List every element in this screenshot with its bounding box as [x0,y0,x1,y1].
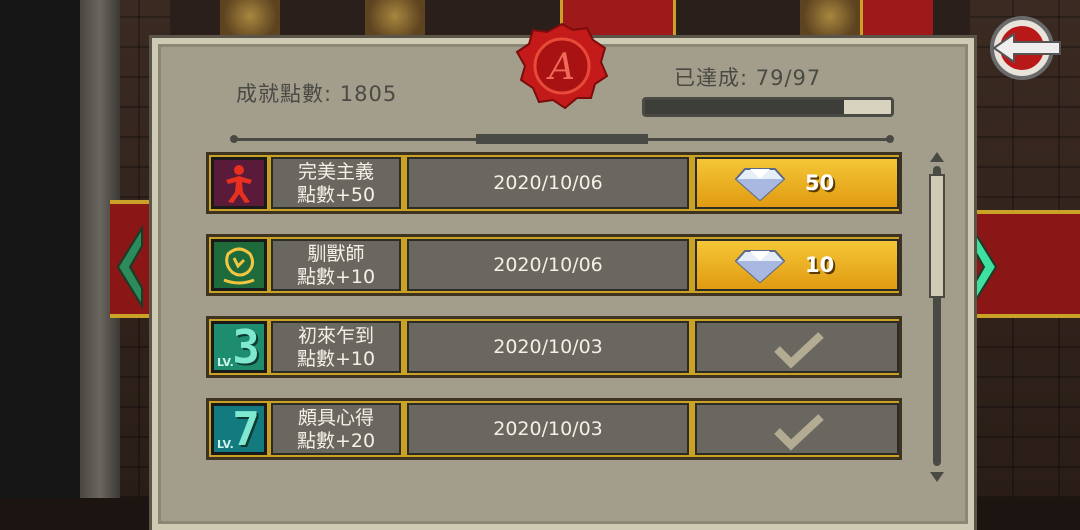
level-label: LV. [217,356,234,369]
achievement-row: 7 LV. 頗具心得 點數+20 2020/10/03 [206,398,902,460]
beast-tamer-icon [211,239,267,291]
checkmark-icon [774,414,824,451]
achievement-points: 成就點數: 1805 [236,82,398,106]
chevron-left-icon [116,224,143,310]
achievement-name-box: 馴獸師 點數+10 [271,239,401,291]
achieved-count: 已達成: 79/97 [674,66,822,90]
diamond-icon [735,250,785,283]
achievement-date: 2020/10/03 [407,321,689,373]
checkmark-icon [774,332,824,369]
achievement-row: 馴獸師 點數+10 2020/10/06 10 [206,234,902,296]
back-arrow-icon [990,16,1061,80]
divider-ornament [476,134,648,144]
divider-cap [886,135,894,143]
statue [365,0,425,40]
statue [220,0,280,40]
diamond-icon [735,168,785,201]
dark-edge [0,0,80,498]
achievement-name-box: 初來乍到 點數+10 [271,321,401,373]
achievement-row: 3 LV. 初來乍到 點數+10 2020/10/03 [206,316,902,378]
reward-amount: 50 [805,171,835,195]
perfectionist-icon [211,157,267,209]
level-number: 3 [232,320,260,374]
level-label: LV. [217,438,234,451]
back-button[interactable] [988,14,1064,82]
level-badge-icon: 3 LV. [211,320,267,374]
svg-text:A: A [546,47,575,88]
achievement-title: 完美主義 [297,161,374,183]
scroll-thumb[interactable] [929,174,945,298]
reward-claimed [695,321,899,373]
achievements-panel: 成就點數: 1805 已達成: 79/97 完美主義 點數+50 2020/10… [152,22,974,530]
level-number: 7 [232,402,260,456]
level-badge-icon: 7 LV. [211,402,267,456]
achievement-name-box: 頗具心得 點數+20 [271,403,401,455]
progress-fill [645,100,845,114]
achievement-points-label: 點數+10 [296,348,376,370]
reward-claimed [695,403,899,455]
statue [800,0,860,40]
achievement-date: 2020/10/06 [407,157,689,209]
achievement-name-box: 完美主義 點數+50 [271,157,401,209]
achievement-date: 2020/10/03 [407,403,689,455]
scroll-up-icon[interactable] [930,152,944,162]
achievement-points-label: 點數+10 [296,266,376,288]
divider-cap [230,135,238,143]
achievement-points-label: 點數+50 [296,184,376,206]
scroll-down-icon[interactable] [930,472,944,482]
claim-reward-button[interactable]: 10 [695,239,899,291]
list-scrollbar[interactable] [928,152,946,482]
achievement-date: 2020/10/06 [407,239,689,291]
claim-reward-button[interactable]: 50 [695,157,899,209]
achievement-title: 馴獸師 [307,243,365,265]
achievement-title: 初來乍到 [297,325,374,347]
red-banner [860,0,933,40]
achievement-points-label: 點數+20 [296,430,376,452]
previous-page-button[interactable] [114,224,146,310]
achievement-title: 頗具心得 [297,407,374,429]
achievement-row: 完美主義 點數+50 2020/10/06 50 [206,152,902,214]
reward-amount: 10 [805,253,835,277]
achievement-progress-bar [642,97,894,117]
wax-seal-icon: A [515,22,609,110]
